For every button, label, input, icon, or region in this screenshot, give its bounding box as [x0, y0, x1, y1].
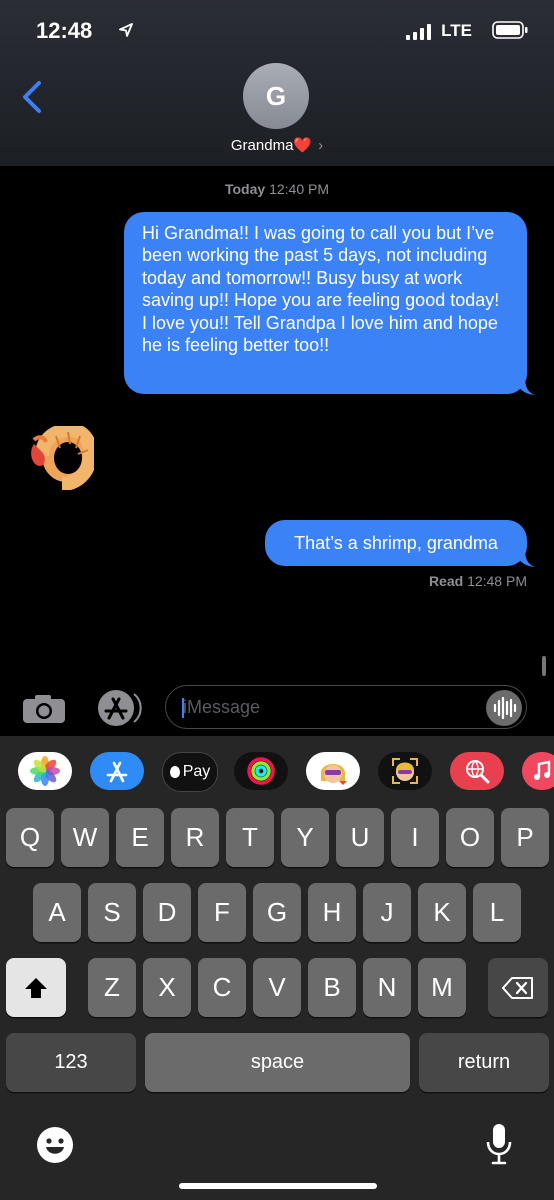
activity-rings-icon	[247, 757, 275, 785]
timestamp-time: 12:40 PM	[269, 181, 330, 197]
camera-icon[interactable]	[22, 694, 66, 724]
shift-key[interactable]	[6, 958, 66, 1017]
read-time: 12:48 PM	[467, 573, 527, 589]
keyboard: Q W E R T Y U I O P A S D F G H J K L Z …	[0, 800, 554, 1200]
key-c[interactable]: C	[198, 958, 246, 1017]
memoji-sticker-icon	[392, 758, 418, 784]
key-a[interactable]: A	[33, 883, 81, 942]
key-g[interactable]: G	[253, 883, 301, 942]
key-w[interactable]: W	[61, 808, 109, 867]
key-t[interactable]: T	[226, 808, 274, 867]
bubble-tail	[515, 548, 535, 567]
contact-avatar[interactable]: G	[243, 63, 309, 129]
key-v[interactable]: V	[253, 958, 301, 1017]
network-label: LTE	[441, 21, 472, 40]
key-f[interactable]: F	[198, 883, 246, 942]
read-label: Read	[428, 573, 464, 589]
key-n[interactable]: N	[363, 958, 411, 1017]
key-h[interactable]: H	[308, 883, 356, 942]
status-time: 12:48	[36, 18, 93, 43]
message-text: That’s a shrimp, grandma	[294, 533, 498, 553]
sent-message-bubble[interactable]: Hi Grandma!! I was going to call you but…	[124, 212, 527, 394]
numbers-key[interactable]: 123	[6, 1033, 136, 1092]
audio-message-icon[interactable]	[486, 690, 522, 726]
music-note-icon	[534, 760, 551, 780]
location-arrow-icon	[119, 23, 133, 37]
chevron-right-icon: ›	[318, 137, 324, 154]
memoji-button[interactable]	[306, 752, 360, 790]
contact-name: Grandma❤️	[230, 137, 313, 154]
space-key[interactable]: space	[145, 1033, 410, 1092]
key-y[interactable]: Y	[281, 808, 329, 867]
compose-bar: iMessage	[0, 682, 554, 734]
app-store-button[interactable]	[90, 752, 144, 790]
key-o[interactable]: O	[446, 808, 494, 867]
app-store-icon[interactable]	[94, 688, 142, 728]
back-chevron-icon[interactable]	[20, 80, 44, 114]
music-button[interactable]	[522, 752, 554, 790]
key-z[interactable]: Z	[88, 958, 136, 1017]
memoji-stickers-button[interactable]	[378, 752, 432, 790]
photos-icon	[30, 756, 60, 786]
status-bar: 12:48 LTE	[36, 18, 528, 46]
key-j[interactable]: J	[363, 883, 411, 942]
apple-logo-icon	[169, 766, 180, 778]
key-i[interactable]: I	[391, 808, 439, 867]
key-s[interactable]: S	[88, 883, 136, 942]
app-store-a-icon	[106, 761, 128, 783]
message-input[interactable]: iMessage	[165, 685, 527, 729]
key-k[interactable]: K	[418, 883, 466, 942]
apple-pay-button[interactable]: Pay	[162, 752, 218, 792]
scroll-indicator[interactable]	[542, 656, 546, 676]
key-p[interactable]: P	[501, 808, 549, 867]
key-x[interactable]: X	[143, 958, 191, 1017]
avatar-initial: G	[265, 80, 287, 111]
app-drawer: Pay	[0, 736, 554, 800]
read-receipt: Read 12:48 PM	[429, 573, 527, 589]
cellular-signal-icon	[406, 24, 431, 40]
timestamp-day: Today	[224, 181, 266, 197]
sent-message-bubble[interactable]: That’s a shrimp, grandma	[265, 520, 527, 566]
backspace-icon	[502, 976, 533, 999]
emoji-icon[interactable]	[36, 1126, 74, 1164]
delete-key[interactable]	[488, 958, 548, 1017]
key-r[interactable]: R	[171, 808, 219, 867]
message-text: Hi Grandma!! I was going to call you but…	[142, 223, 500, 356]
battery-icon	[492, 21, 528, 39]
key-d[interactable]: D	[143, 883, 191, 942]
contact-name-button[interactable]: Grandma❤️ ›	[0, 136, 554, 154]
conversation-header: 12:48 LTE G Grandma❤️ ›	[0, 0, 554, 166]
key-b[interactable]: B	[308, 958, 356, 1017]
key-m[interactable]: M	[418, 958, 466, 1017]
photos-app-button[interactable]	[18, 752, 72, 790]
apple-pay-label: Pay	[182, 763, 211, 780]
home-indicator[interactable]	[179, 1183, 377, 1189]
shrimp-emoji-icon[interactable]	[26, 426, 94, 490]
key-l[interactable]: L	[473, 883, 521, 942]
bubble-tail	[515, 376, 535, 395]
conversation-timestamp: Today 12:40 PM	[0, 181, 554, 197]
return-key[interactable]: return	[419, 1033, 549, 1092]
dictation-mic-icon[interactable]	[484, 1122, 514, 1166]
memoji-face-icon	[321, 764, 347, 785]
activity-button[interactable]	[234, 752, 288, 790]
shift-arrow-icon	[25, 977, 47, 998]
key-u[interactable]: U	[336, 808, 384, 867]
key-q[interactable]: Q	[6, 808, 54, 867]
globe-search-icon	[466, 760, 490, 784]
web-images-button[interactable]	[450, 752, 504, 790]
key-e[interactable]: E	[116, 808, 164, 867]
message-placeholder: iMessage	[183, 697, 261, 717]
